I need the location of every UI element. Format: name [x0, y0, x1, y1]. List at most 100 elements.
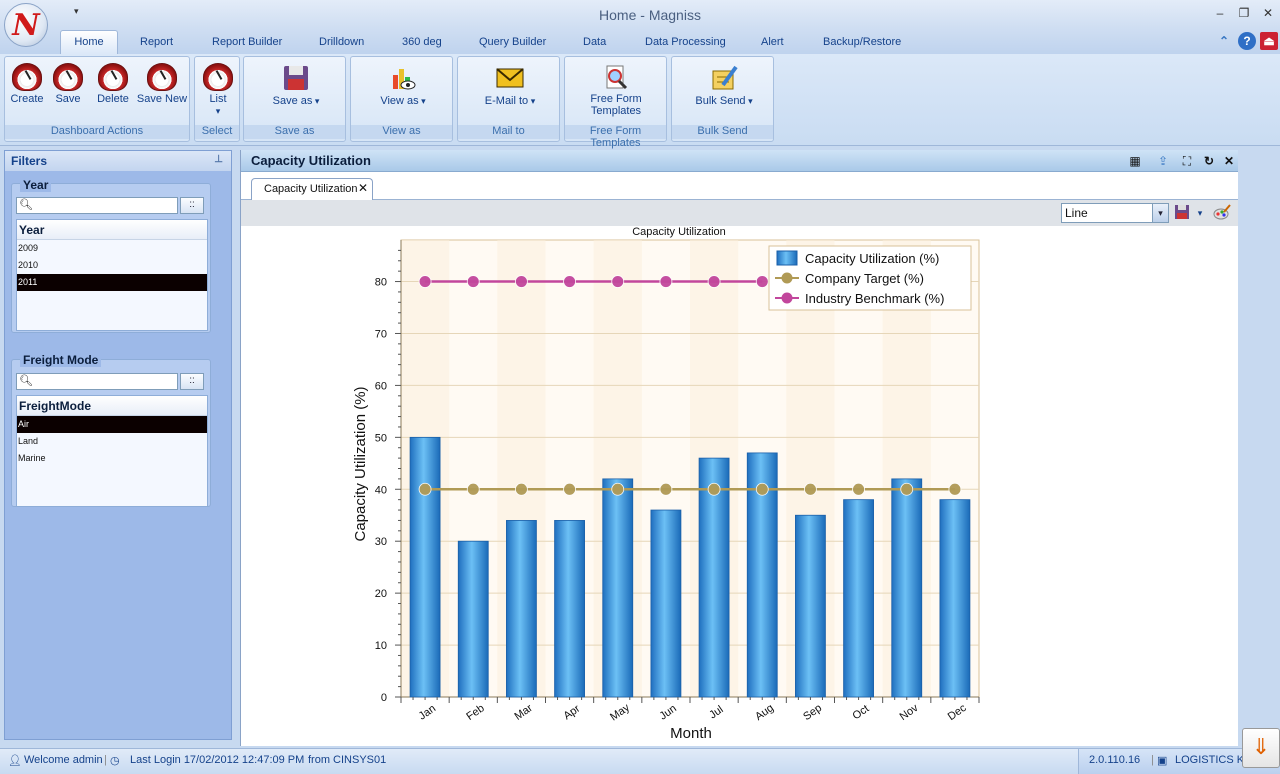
list-item-freight-air[interactable]: Air [17, 416, 207, 433]
save-button[interactable]: Save [51, 63, 85, 105]
company-icon: ▣ [1157, 755, 1168, 767]
status-divider: | [104, 754, 107, 766]
list-item-year-2011[interactable]: 2011 [17, 274, 207, 291]
tab-query-builder[interactable]: Query Builder [479, 36, 546, 48]
save-new-button[interactable]: Save New [135, 63, 189, 105]
ribbon-group-mail-to: E-Mail to Mail to [457, 56, 560, 142]
series-point [659, 482, 673, 496]
help-icon[interactable]: ? [1238, 32, 1256, 50]
bar [650, 509, 682, 698]
legend-entry: Industry Benchmark (%) [805, 291, 944, 306]
group-label-select: Select [195, 125, 239, 139]
pin-icon[interactable]: ⊥ [214, 154, 223, 165]
ribbon-group-save-as: Save as Save as [243, 56, 346, 142]
tab-backup-restore[interactable]: Backup/Restore [823, 36, 901, 48]
freight-mode-filter-box: Freight Mode 🔍︎ :: FreightMode Air Land … [11, 353, 211, 507]
series-point [515, 275, 528, 288]
refresh-icon[interactable]: ↻ [1201, 153, 1217, 169]
ribbon-group-bulk-send: Bulk Send Bulk Send [671, 56, 774, 142]
series-point [563, 482, 576, 496]
tab-home[interactable]: Home [60, 30, 118, 54]
bar [939, 499, 971, 698]
magnifier-document-icon [606, 65, 628, 90]
chevron-down-icon[interactable]: ▾ [1152, 204, 1168, 222]
series-point [755, 482, 769, 496]
legend-entry: Capacity Utilization (%) [805, 251, 939, 266]
minimize-button[interactable]: – [1210, 4, 1230, 22]
freight-search-button[interactable]: :: [180, 373, 204, 390]
ribbon: Create Save Delete Save New Dashboard Ac… [0, 54, 1280, 149]
bar [409, 436, 441, 698]
list-item-year-2009[interactable]: 2009 [17, 240, 207, 257]
ribbon-group-dashboard-actions: Create Save Delete Save New Dashboard Ac… [4, 56, 190, 142]
tab-data-processing[interactable]: Data Processing [645, 36, 726, 48]
search-icon: 🔍︎ [19, 199, 33, 211]
series-point [563, 275, 576, 288]
list-item-freight-marine[interactable]: Marine [17, 450, 207, 467]
email-to-button[interactable]: E-Mail to [472, 63, 548, 107]
grid-view-icon[interactable]: ▦ [1127, 153, 1143, 169]
legend-entry: Company Target (%) [805, 271, 924, 286]
freight-search-input[interactable] [33, 375, 175, 388]
tab-360-deg[interactable]: 360 deg [402, 36, 442, 48]
series-point [900, 482, 914, 496]
color-palette-icon[interactable] [1213, 204, 1231, 222]
year-filter-box: Year 🔍︎ :: Year 2009 2010 2011 [11, 178, 211, 333]
tab-report-builder[interactable]: Report Builder [212, 36, 282, 48]
collapse-ribbon-icon[interactable]: ⌃ [1215, 32, 1233, 50]
delete-dashboard-icon [98, 63, 128, 91]
save-as-button[interactable]: Save as [258, 63, 334, 107]
filters-panel: Filters ⊥ Year 🔍︎ :: Year 2009 2010 2011… [4, 150, 232, 740]
close-window-button[interactable]: ✕ [1258, 4, 1278, 22]
status-bar: 👤︎ Welcome admin | ◷ Last Login 17/02/20… [0, 748, 1280, 774]
envelope-icon [496, 68, 524, 88]
app-logo[interactable]: N [4, 3, 48, 47]
chart-toolbar: Line ▾ ▾ [241, 200, 1238, 226]
year-search-input[interactable] [33, 199, 175, 212]
year-list-header: Year [17, 220, 207, 240]
tab-drilldown[interactable]: Drilldown [319, 36, 364, 48]
list-item-freight-land[interactable]: Land [17, 433, 207, 450]
alert-expand-button[interactable]: ⇓ [1242, 728, 1280, 768]
bar [843, 499, 874, 698]
tab-close-icon[interactable]: ✕ [358, 181, 368, 195]
list-label: List [209, 93, 227, 105]
legend-swatch-marker [781, 272, 793, 284]
delete-button[interactable]: Delete [93, 63, 133, 105]
restore-button[interactable]: ❐ [1234, 4, 1254, 22]
legend-swatch-marker [781, 292, 793, 304]
save-as-label: Save as [273, 95, 320, 107]
list-button[interactable]: List ▾ [201, 63, 235, 117]
tab-report[interactable]: Report [140, 36, 173, 48]
email-to-label: E-Mail to [485, 95, 535, 107]
bulk-send-label: Bulk Send [695, 95, 752, 107]
export-icon[interactable]: ⇪ [1155, 153, 1171, 169]
tab-label: Capacity Utilization [264, 183, 358, 195]
bar [457, 540, 489, 698]
list-item-year-2010[interactable]: 2010 [17, 257, 207, 274]
free-form-templates-button[interactable]: Free Form Templates [575, 63, 657, 117]
bar [554, 520, 585, 698]
series-point [707, 275, 721, 288]
close-panel-icon[interactable]: ✕ [1221, 153, 1237, 169]
x-tick-label: Sep [801, 702, 824, 723]
logo-letter: N [12, 7, 40, 43]
tab-alert[interactable]: Alert [761, 36, 784, 48]
create-button[interactable]: Create [9, 63, 45, 105]
save-options-arrow-icon[interactable]: ▾ [1191, 204, 1209, 222]
year-search-box: 🔍︎ [16, 197, 178, 214]
chart-title: Capacity Utilization [632, 226, 726, 238]
bulk-send-button[interactable]: Bulk Send [686, 63, 762, 107]
group-label-mail-to: Mail to [458, 125, 559, 139]
x-tick-label: Aug [753, 702, 776, 723]
tab-data[interactable]: Data [583, 36, 606, 48]
series-point [466, 275, 480, 288]
free-form-label-line2: Templates [590, 105, 642, 117]
maximize-icon[interactable]: ⛶ [1179, 153, 1195, 169]
year-search-button[interactable]: :: [180, 197, 204, 214]
save-chart-icon[interactable] [1173, 204, 1191, 222]
view-as-button[interactable]: View as [365, 63, 441, 107]
exit-icon[interactable]: ⏏ [1260, 32, 1278, 50]
tab-capacity-utilization[interactable]: Capacity Utilization ✕ [251, 178, 373, 200]
chart-type-select[interactable]: Line ▾ [1061, 203, 1169, 223]
